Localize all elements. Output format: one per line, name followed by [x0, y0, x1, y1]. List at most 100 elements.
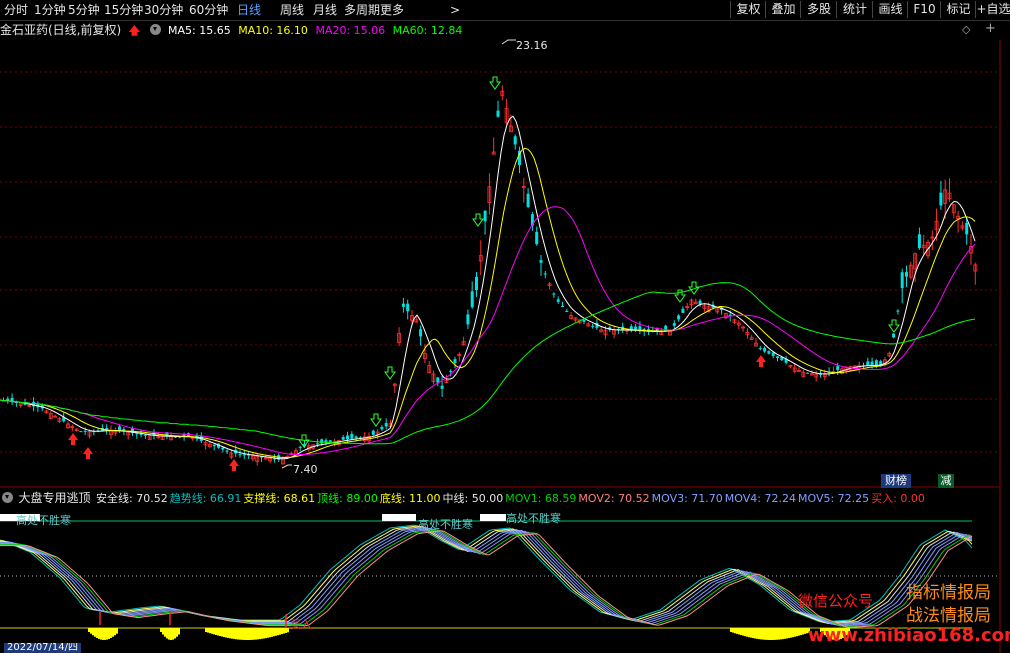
- top-bar: [388, 514, 390, 521]
- bottom-bar: [770, 628, 772, 640]
- candle-body-down: [771, 352, 775, 356]
- candle-body-down: [212, 444, 216, 447]
- bottom-bar: [249, 628, 251, 640]
- bottom-bar: [736, 628, 738, 634]
- bottom-bar: [742, 628, 744, 636]
- candle-body-down: [440, 385, 444, 389]
- top-bar: [396, 514, 398, 521]
- bottom-bar: [762, 628, 764, 640]
- bottom-bar: [223, 628, 225, 638]
- bottom-bar: [273, 628, 275, 637]
- bottom-bar: [261, 628, 263, 639]
- candle-body-down: [965, 222, 969, 235]
- bottom-bar: [217, 628, 219, 636]
- bottom-bar: [279, 628, 281, 635]
- bottom-bar: [269, 628, 271, 638]
- candle-body-down: [320, 439, 324, 444]
- bottom-bar: [784, 628, 786, 639]
- bottom-bar: [766, 628, 768, 640]
- badge-caibang[interactable]: 财榜: [881, 474, 911, 488]
- bottom-bar: [265, 628, 267, 639]
- indicator-value-6: MOV1: 68.59: [505, 492, 577, 505]
- candle-body-down: [806, 372, 810, 374]
- bottom-bar: [738, 628, 740, 635]
- candle-body-down: [535, 231, 539, 245]
- bottom-bar: [281, 628, 283, 635]
- top-bar: [6, 514, 8, 521]
- bottom-bar: [285, 628, 287, 633]
- top-bar: [494, 514, 496, 521]
- bottom-bar: [800, 628, 802, 636]
- bottom-bar: [245, 628, 247, 640]
- top-bar: [0, 514, 2, 521]
- bottom-bar: [734, 628, 736, 634]
- candle-body-down: [419, 329, 423, 337]
- ma5-line: [0, 115, 976, 460]
- bottom-bar: [116, 628, 118, 634]
- candle-body-down: [917, 234, 921, 249]
- bottom-bar: [229, 628, 231, 639]
- candle-body-down: [315, 443, 319, 445]
- candle-body-down: [79, 431, 83, 433]
- top-signal-3: 高处不胜寒: [506, 512, 561, 525]
- candle-body-down: [565, 310, 569, 312]
- sell-arrow-icon: [489, 76, 501, 90]
- indicator-value-10: MOV5: 72.25: [797, 492, 870, 505]
- bottom-bar: [88, 628, 90, 632]
- candle-body-down: [470, 291, 474, 308]
- candle-body-down: [672, 323, 676, 326]
- candle-body-down: [436, 377, 440, 383]
- low-price-label: 7.40: [293, 463, 318, 476]
- indicator-value-9: MOV4: 72.24: [724, 492, 796, 505]
- buy-arrow-icon: [68, 433, 78, 445]
- candle-body-down: [939, 192, 943, 206]
- candle-body-down: [582, 319, 586, 322]
- top-bar: [10, 514, 12, 521]
- top-bar: [398, 514, 400, 521]
- bottom-bar: [92, 628, 94, 636]
- bottom-bar: [798, 628, 800, 636]
- bottom-bar: [233, 628, 235, 639]
- kline-chart[interactable]: [0, 0, 1010, 653]
- bottom-bar: [162, 628, 164, 635]
- bottom-bar: [277, 628, 279, 636]
- bottom-bar: [110, 628, 112, 638]
- top-bar: [400, 514, 402, 521]
- candle-body-down: [591, 325, 595, 327]
- bottom-bar: [746, 628, 748, 637]
- candle-body-down: [681, 308, 685, 313]
- bottom-bar: [100, 628, 102, 640]
- bottom-bar: [106, 628, 108, 640]
- high-leader: [501, 39, 516, 45]
- candle-body-down: [466, 314, 470, 325]
- candle-body-down: [896, 310, 900, 312]
- bottom-bar: [209, 628, 211, 634]
- top-bar: [2, 514, 4, 521]
- top-bar: [406, 514, 408, 521]
- candle-body-down: [371, 430, 375, 435]
- badge-jian[interactable]: 减: [938, 474, 954, 488]
- candle-body-down: [242, 454, 246, 456]
- bottom-bar: [164, 628, 166, 637]
- indicator-info-bar: 大盘专用逃顶 安全线: 70.52 趋势线: 66.91 支撑线: 68.61 顶线:…: [0, 490, 929, 506]
- dropdown-icon[interactable]: [2, 492, 13, 503]
- candle-body-down: [225, 450, 229, 452]
- bottom-bar: [754, 628, 756, 639]
- top-signal-1: 高处不胜寒: [16, 514, 71, 527]
- top-bar: [392, 514, 394, 521]
- bottom-bar: [239, 628, 241, 640]
- top-bar: [500, 514, 502, 521]
- bottom-bar: [774, 628, 776, 640]
- indicator-value-5: 中线: 50.00: [442, 492, 504, 505]
- bottom-bar: [241, 628, 243, 640]
- bottom-bar: [287, 628, 289, 633]
- top-bar: [482, 514, 484, 521]
- bottom-bar: [788, 628, 790, 639]
- candle-body-down: [221, 447, 225, 450]
- bottom-bar: [166, 628, 168, 639]
- top-bar: [498, 514, 500, 521]
- high-price-label: 23.16: [516, 39, 548, 52]
- date-label: 2022/07/14/四: [4, 643, 82, 653]
- candle-body-down: [328, 440, 332, 442]
- candle-body-down: [354, 436, 358, 439]
